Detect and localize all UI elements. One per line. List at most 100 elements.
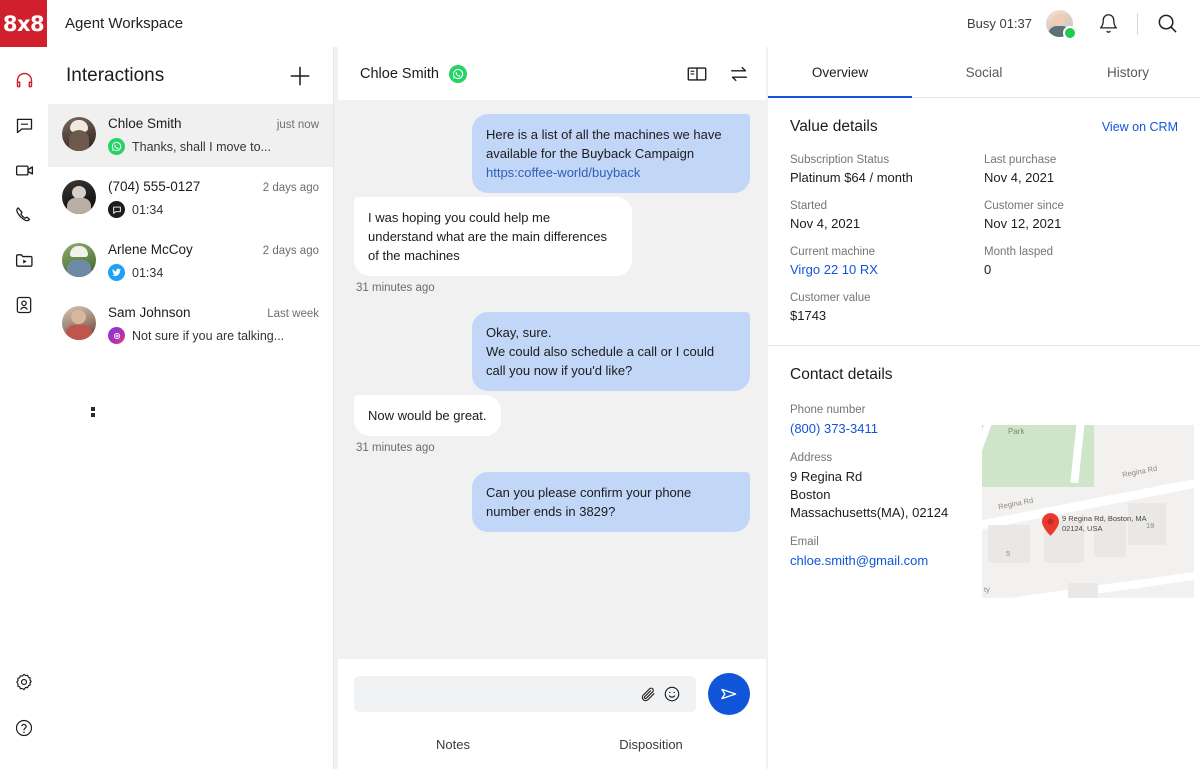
- agent-workspace-app: 8x8 Agent Workspace Busy 01:37 Interacti…: [0, 0, 1200, 769]
- avatar: [62, 180, 96, 214]
- avatar[interactable]: [1046, 10, 1077, 40]
- interactions-panel: Interactions Chloe Smith just now Thanks: [48, 47, 334, 769]
- list-item-name: Chloe Smith: [108, 116, 182, 131]
- address-value: 9 Regina Rd Boston Massachusetts(MA), 02…: [790, 468, 980, 522]
- folder-play-icon[interactable]: [9, 245, 39, 275]
- twitter-icon: [108, 264, 125, 281]
- field-value: Nov 4, 2021: [984, 170, 1055, 185]
- list-item-time: 2 days ago: [262, 245, 319, 257]
- tab-history[interactable]: History: [1056, 47, 1200, 97]
- value-details-title: Value details: [790, 118, 878, 135]
- list-item-name: Sam Johnson: [108, 305, 191, 320]
- list-item-time: 2 days ago: [262, 182, 319, 194]
- message-timestamp: 31 minutes ago: [356, 282, 435, 294]
- field-value: Platinum $64 / month: [790, 170, 913, 185]
- message-bubble: Okay, sure. We could also schedule a cal…: [472, 312, 750, 391]
- chat-bubble-icon[interactable]: [9, 110, 39, 140]
- field-value-link[interactable]: Virgo 22 10 RX: [790, 262, 984, 277]
- top-bar: 8x8 Agent Workspace Busy 01:37: [0, 0, 1200, 47]
- tab-notes[interactable]: Notes: [354, 737, 552, 752]
- contact-card-icon[interactable]: [9, 290, 39, 320]
- field-label: Last purchase: [984, 154, 1057, 166]
- map-pin-icon: [1042, 513, 1059, 536]
- view-on-crm-link[interactable]: View on CRM: [1102, 120, 1178, 134]
- address-line-1: 9 Regina Rd: [790, 469, 863, 484]
- composer-input-shell[interactable]: [354, 676, 696, 712]
- field-label: Customer since: [984, 200, 1064, 212]
- list-item[interactable]: Arlene McCoy 2 days ago 01:34: [48, 230, 333, 293]
- address-label: Address: [790, 452, 833, 464]
- transfer-icon[interactable]: [728, 63, 750, 85]
- field-label: Current machine: [790, 246, 876, 258]
- agent-status[interactable]: Busy 01:37: [967, 16, 1032, 31]
- whatsapp-icon: [448, 64, 467, 83]
- list-item-time: just now: [276, 119, 319, 131]
- list-item-preview: Not sure if you are talking...: [132, 328, 285, 343]
- rail-secondary-icons: [9, 667, 39, 769]
- left-nav-rail: [0, 47, 48, 769]
- list-item-preview: 01:34: [132, 265, 164, 280]
- tab-social[interactable]: Social: [912, 47, 1056, 97]
- list-item[interactable]: Chloe Smith just now Thanks, shall I mov…: [48, 104, 333, 167]
- book-icon[interactable]: [686, 63, 708, 85]
- contact-details-title: Contact details: [790, 366, 893, 383]
- panel-resize-handle[interactable]: [88, 402, 98, 422]
- message-bubble: Here is a list of all the machines we ha…: [472, 114, 750, 193]
- message-link[interactable]: https:coffee-world/buyback: [486, 163, 736, 182]
- top-bar-right: Busy 01:37: [967, 7, 1200, 41]
- email-value[interactable]: chloe.smith@gmail.com: [790, 552, 980, 570]
- video-camera-icon[interactable]: [9, 155, 39, 185]
- details-panel: Overview Social History Value details Vi…: [768, 47, 1200, 769]
- map-park-label: Park: [1008, 427, 1025, 436]
- list-item-body: (704) 555-0127 2 days ago 01:34: [108, 179, 319, 218]
- value-details-header: Value details View on CRM: [790, 118, 1178, 136]
- field-value: Nov 4, 2021: [790, 216, 861, 231]
- avatar: [62, 306, 96, 340]
- field-label: Customer value: [790, 292, 871, 304]
- tab-disposition[interactable]: Disposition: [552, 737, 750, 752]
- avatar: [62, 243, 96, 277]
- interactions-title: Interactions: [66, 64, 165, 86]
- list-item[interactable]: (704) 555-0127 2 days ago 01:34: [48, 167, 333, 230]
- composer-row: [354, 673, 750, 715]
- field-customer-since: Customer since Nov 12, 2021: [984, 200, 1178, 231]
- send-button[interactable]: [708, 673, 750, 715]
- help-icon[interactable]: [9, 713, 39, 743]
- headset-icon[interactable]: [9, 65, 39, 95]
- list-item-preview: Thanks, shall I move to...: [132, 139, 271, 154]
- field-label: Subscription Status: [790, 154, 890, 166]
- list-item-body: Arlene McCoy 2 days ago 01:34: [108, 242, 319, 281]
- bell-icon[interactable]: [1091, 7, 1125, 41]
- page-title: Agent Workspace: [65, 15, 184, 32]
- address-map[interactable]: Park Regina Rd Regina Rd 5 19 ty 9 Regin…: [982, 425, 1200, 598]
- tab-overview[interactable]: Overview: [768, 47, 912, 98]
- message-input[interactable]: [368, 677, 636, 711]
- map-edge-mask: [1194, 425, 1200, 598]
- contact-details-header-wrap: Contact details: [768, 346, 1200, 384]
- chat-contact-name: Chloe Smith: [360, 65, 439, 82]
- gear-icon[interactable]: [9, 667, 39, 697]
- emoji-icon[interactable]: [660, 682, 684, 706]
- brand-logo[interactable]: 8x8: [0, 0, 47, 47]
- field-value: $1743: [790, 308, 827, 323]
- field-value: 0: [984, 262, 992, 277]
- message-outgoing: Can you please confirm your phone number…: [354, 100, 1200, 769]
- search-icon[interactable]: [1150, 7, 1184, 41]
- contact-fields: Phone number (800) 373-3411 Address 9 Re…: [790, 404, 980, 584]
- message-bubble: Can you please confirm your phone number…: [472, 472, 750, 532]
- list-item[interactable]: Sam Johnson Last week Not sure if you ar…: [48, 293, 333, 356]
- field-customer-value: Customer value $1743: [790, 292, 984, 323]
- phone-icon[interactable]: [9, 200, 39, 230]
- paperclip-icon[interactable]: [636, 682, 660, 706]
- add-interaction-button[interactable]: [285, 61, 315, 91]
- list-item-name: (704) 555-0127: [108, 179, 201, 194]
- phone-value[interactable]: (800) 373-3411: [790, 420, 980, 438]
- field-started: Started Nov 4, 2021: [790, 200, 984, 231]
- message-text: Here is a list of all the machines we ha…: [486, 127, 722, 161]
- list-item-preview: 01:34: [132, 202, 164, 217]
- map-road-label: Regina Rd: [997, 495, 1034, 512]
- whatsapp-icon: [108, 138, 125, 155]
- details-tabs: Overview Social History: [768, 47, 1200, 98]
- message-composer: Notes Disposition: [338, 659, 766, 769]
- map-road-label: Regina Rd: [1121, 463, 1158, 480]
